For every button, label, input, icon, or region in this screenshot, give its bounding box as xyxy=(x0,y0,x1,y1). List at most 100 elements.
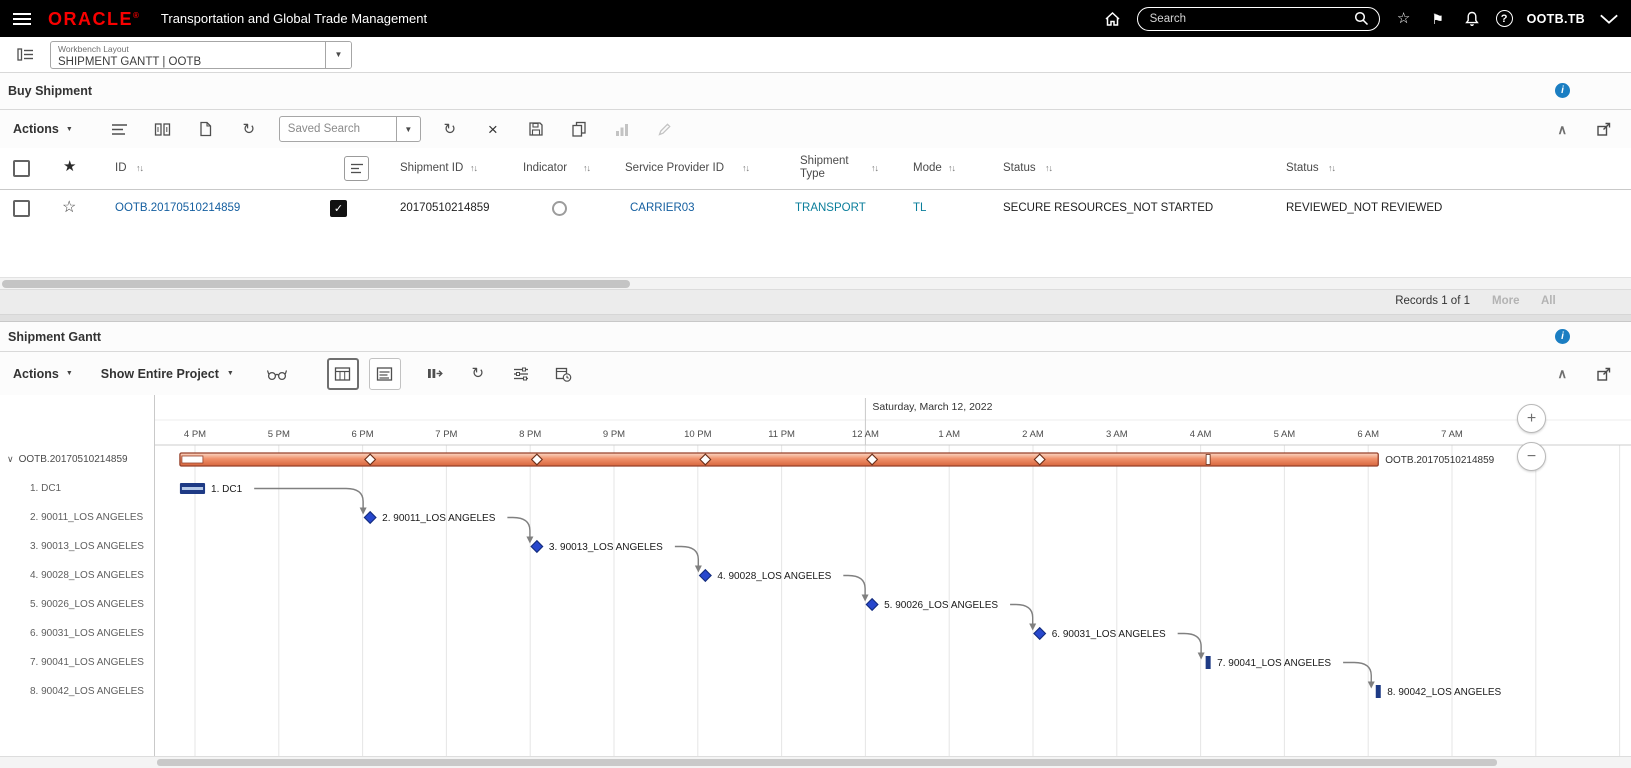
cell-shipment-id: 20170510214859 xyxy=(400,202,490,214)
workbench-layout-label: Workbench Layout xyxy=(58,43,129,54)
column-header-status2: Status xyxy=(1286,162,1319,174)
hamburger-menu-icon[interactable] xyxy=(12,9,32,29)
column-header-service-provider-id: Service Provider ID xyxy=(625,162,725,174)
clear-search-button[interactable]: × xyxy=(480,116,506,142)
gantt-task-label-text: 7. 90041_LOS ANGELES xyxy=(1217,658,1331,669)
column-header-indicator: Indicator xyxy=(523,162,568,174)
saved-search-dropdown-button[interactable]: ▼ xyxy=(395,117,420,141)
gantt-refresh-button[interactable]: ↻ xyxy=(465,361,491,387)
gantt-milestone-icon[interactable] xyxy=(1033,626,1047,641)
shipment-gantt-info-icon[interactable]: i xyxy=(1555,329,1570,344)
gantt-summary-row[interactable]: ∨ OOTB.20170510214859 xyxy=(0,445,154,474)
rollup-button[interactable] xyxy=(422,361,448,387)
select-all-checkbox[interactable] xyxy=(13,160,30,177)
row-details-view-button[interactable] xyxy=(344,156,369,181)
gantt-milestone-icon[interactable] xyxy=(865,597,879,612)
workbench-layout-combobox[interactable]: Workbench Layout SHIPMENT GANTT | OOTB ▼ xyxy=(50,40,352,69)
sort-status1-button[interactable]: ↑↓ xyxy=(1045,163,1053,173)
help-icon[interactable]: ? xyxy=(1495,10,1513,27)
collapse-section-button[interactable]: ∧ xyxy=(1557,123,1567,136)
gantt-list-view-button[interactable] xyxy=(368,357,401,390)
gantt-milestone-icon[interactable] xyxy=(363,510,377,525)
gantt-actions-button[interactable]: Actions ▼ xyxy=(13,367,73,381)
zoom-out-button[interactable]: − xyxy=(1517,442,1546,471)
refresh-search-button[interactable]: ↻ xyxy=(437,116,463,142)
records-count: Records 1 of 1 xyxy=(1395,295,1470,307)
sort-mode-button[interactable]: ↑↓ xyxy=(948,163,956,173)
sort-id-button[interactable]: ↑↓ xyxy=(136,163,144,173)
reload-button[interactable]: ↻ xyxy=(236,116,262,142)
swap-columns-button[interactable] xyxy=(150,116,176,142)
service-provider-link[interactable]: CARRIER03 xyxy=(630,202,695,214)
buy-shipment-info-icon[interactable]: i xyxy=(1555,83,1570,98)
save-search-button[interactable] xyxy=(523,116,549,142)
row-checkbox[interactable] xyxy=(13,200,30,217)
all-button[interactable]: All xyxy=(1541,295,1556,307)
home-button[interactable] xyxy=(1103,9,1123,29)
gantt-summary-bar[interactable] xyxy=(179,452,1379,467)
gantt-collapse-section-button[interactable]: ∧ xyxy=(1557,367,1567,380)
duplicate-button[interactable] xyxy=(566,116,592,142)
sort-service-provider-button[interactable]: ↑↓ xyxy=(742,163,750,173)
gantt-row-label: 8. 90042_LOS ANGELES xyxy=(30,686,144,697)
gantt-horizontal-scrollbar[interactable] xyxy=(0,756,1631,768)
actions-button[interactable]: Actions ▼ xyxy=(13,122,73,136)
sort-indicator-button[interactable]: ↑↓ xyxy=(583,163,591,173)
table-horizontal-scrollbar[interactable] xyxy=(0,277,1631,290)
workbench-menu-button[interactable] xyxy=(12,42,38,68)
table-scrollbar-thumb[interactable] xyxy=(2,280,630,288)
collapse-row-chevron-icon[interactable]: ∨ xyxy=(7,445,14,474)
gantt-task-row[interactable]: 2. 90011_LOS ANGELES xyxy=(0,503,154,532)
favorites-star-icon[interactable]: ☆ xyxy=(1394,9,1414,29)
show-entire-project-dropdown[interactable]: Show Entire Project ▼ xyxy=(101,367,234,381)
favorite-column-header-icon: ★ xyxy=(63,158,77,175)
gantt-settings-button[interactable] xyxy=(508,361,534,387)
gantt-sheet-view-button-selected[interactable] xyxy=(326,357,359,390)
gantt-timeline-chart[interactable]: Saturday, March 12, 2022 4 PM 5 PM 6 PM 7 PM… xyxy=(155,395,1631,756)
gantt-scrollbar-thumb[interactable] xyxy=(157,759,1497,766)
gantt-small-task-bar[interactable] xyxy=(1205,656,1211,669)
search-input[interactable] xyxy=(1149,12,1354,25)
gantt-task-row[interactable]: 4. 90028_LOS ANGELES xyxy=(0,561,154,590)
more-button[interactable]: More xyxy=(1492,295,1519,307)
workbench-layout-dropdown-button[interactable]: ▼ xyxy=(325,41,351,68)
row-favorite-star-icon[interactable]: ☆ xyxy=(62,197,76,217)
gantt-task-row[interactable]: 8. 90042_LOS ANGELES xyxy=(0,677,154,706)
gantt-task-row[interactable]: 1. DC1 xyxy=(0,474,154,503)
export-document-button[interactable] xyxy=(193,116,219,142)
sort-status2-button[interactable]: ↑↓ xyxy=(1328,163,1336,173)
table-row[interactable]: ☆ OOTB.20170510214859 ✓ 20170510214859 C… xyxy=(0,190,1631,227)
maximize-section-button[interactable] xyxy=(1591,116,1617,142)
gantt-small-task-bar[interactable] xyxy=(1375,685,1381,698)
chart-button[interactable] xyxy=(609,116,635,142)
time-scale-button[interactable] xyxy=(551,361,577,387)
shipment-id-link[interactable]: OOTB.20170510214859 xyxy=(115,202,240,214)
sort-shipment-id-button[interactable]: ↑↓ xyxy=(470,163,478,173)
row-flag-checkbox-checked[interactable]: ✓ xyxy=(330,200,347,217)
gantt-milestone-icon[interactable] xyxy=(698,568,712,583)
gantt-hour-label: 4 PM xyxy=(184,429,206,440)
gantt-task-row[interactable]: 5. 90026_LOS ANGELES xyxy=(0,590,154,619)
gantt-row-label: 5. 90026_LOS ANGELES xyxy=(30,599,144,610)
swap-columns-icon xyxy=(155,122,171,136)
gantt-task-row[interactable]: 7. 90041_LOS ANGELES xyxy=(0,648,154,677)
gantt-task-list-header-spacer xyxy=(0,395,154,445)
sort-shipment-type-button[interactable]: ↑↓ xyxy=(871,163,879,173)
preview-button[interactable] xyxy=(264,361,290,387)
search-icon[interactable] xyxy=(1354,11,1370,27)
gantt-task-row[interactable]: 6. 90031_LOS ANGELES xyxy=(0,619,154,648)
flag-icon[interactable]: ⚑ xyxy=(1428,9,1448,29)
zoom-in-button[interactable]: + xyxy=(1517,404,1546,433)
gantt-maximize-section-button[interactable] xyxy=(1591,361,1617,387)
edit-button[interactable] xyxy=(652,116,678,142)
gantt-hour-label: 5 PM xyxy=(268,429,290,440)
saved-search-combobox[interactable]: Saved Search ▼ xyxy=(278,116,421,142)
gantt-task-row[interactable]: 3. 90013_LOS ANGELES xyxy=(0,532,154,561)
gantt-task-label-text: 1. DC1 xyxy=(211,484,243,495)
user-menu[interactable]: OOTB.TB xyxy=(1527,12,1585,26)
user-menu-chevron-icon[interactable] xyxy=(1599,9,1619,29)
workbench-bar: Workbench Layout SHIPMENT GANTT | OOTB ▼ xyxy=(0,37,1631,73)
notifications-bell-icon[interactable] xyxy=(1462,9,1482,29)
table-layout-button[interactable] xyxy=(107,116,133,142)
gantt-milestone-icon[interactable] xyxy=(530,539,544,554)
